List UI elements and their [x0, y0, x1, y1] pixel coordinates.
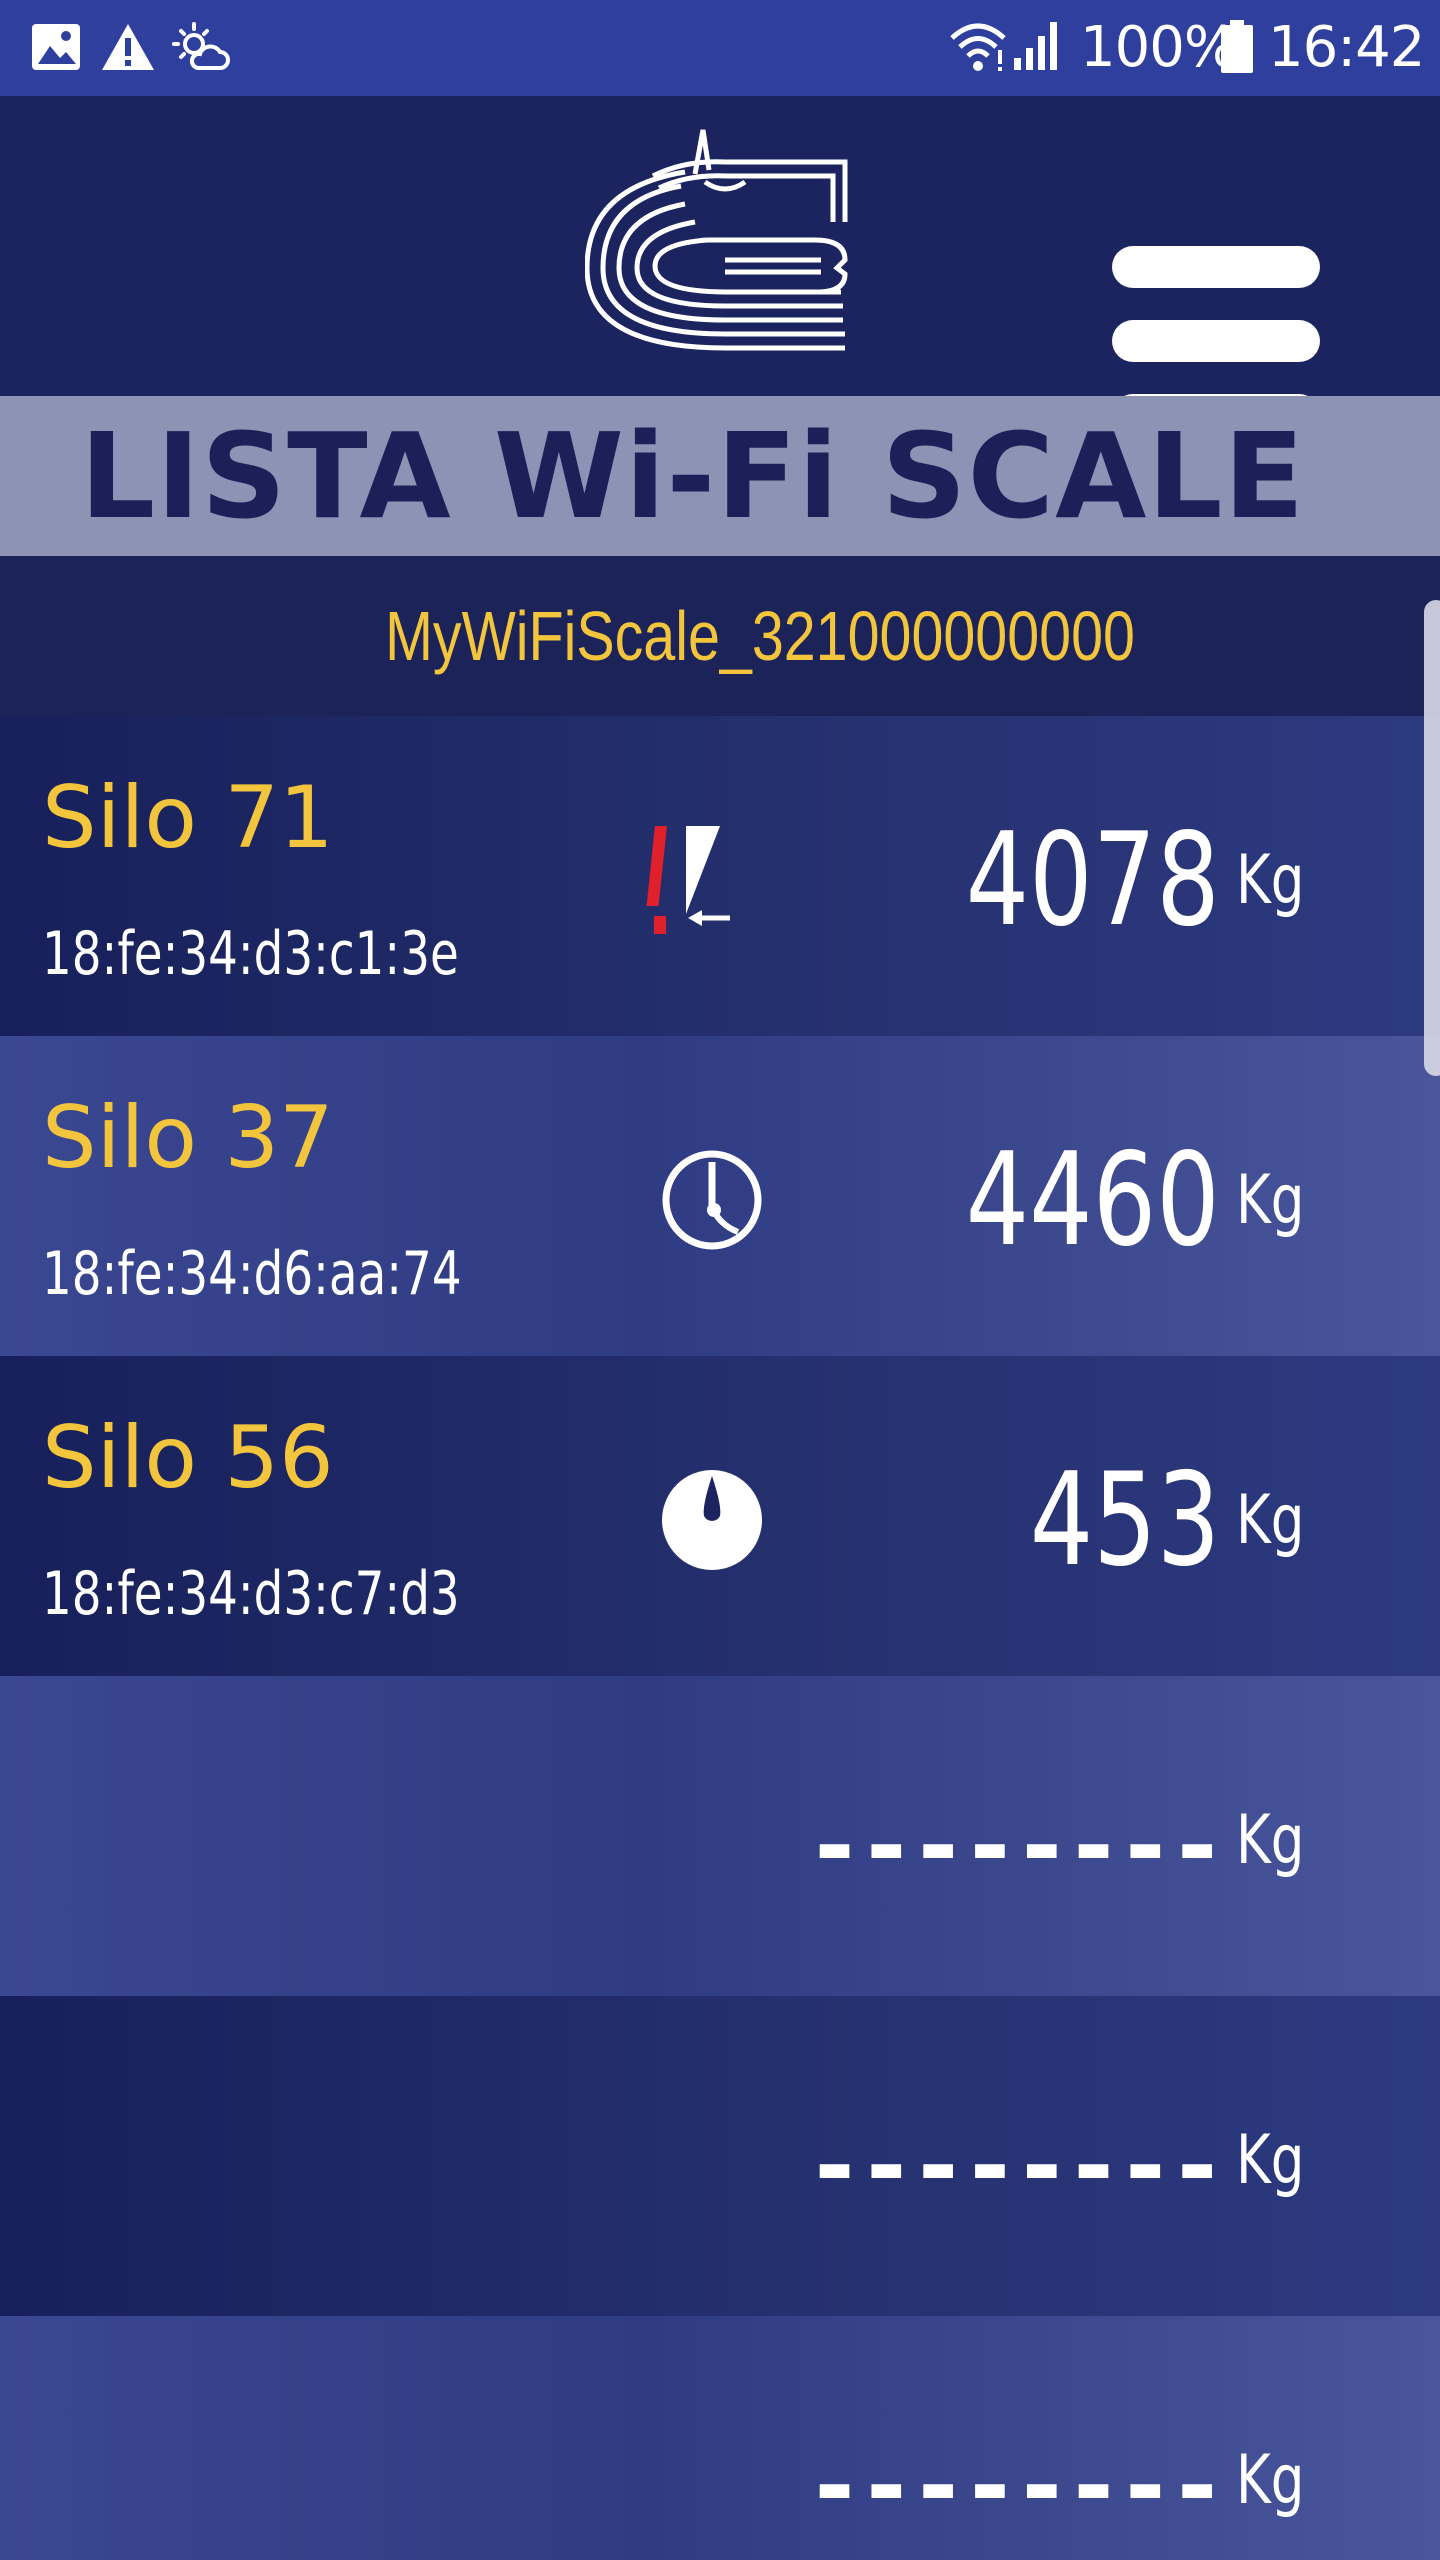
mac-address: 18:fe:34:d3:c7:d3 [42, 1559, 460, 1629]
menu-bar [1112, 320, 1320, 362]
warning-icon [100, 22, 156, 72]
wifi-icon [948, 20, 1008, 74]
weight-value: 453 [1029, 1446, 1220, 1595]
alert-arrow-icon [640, 816, 780, 956]
list-item[interactable]: Silo 37 18:fe:34:d6:aa:74 4460 Kg [0, 1036, 1440, 1356]
silo-name: Silo 37 [42, 1088, 334, 1188]
network-name: MyWiFiScale_321000000000 [385, 597, 1135, 675]
list-item[interactable]: Silo 71 18:fe:34:d3:c1:3e 4078 Kg [0, 716, 1440, 1036]
weather-icon [172, 22, 232, 74]
weight-value: -------- [805, 2110, 1226, 2222]
horse-head-logo [584, 126, 855, 366]
status-bar: 100% 16:42 [0, 0, 1440, 96]
drop-gauge-icon [640, 1456, 780, 1596]
scrollbar[interactable] [1424, 600, 1440, 1076]
battery-percent: 100% [1080, 15, 1237, 80]
silo-name: Silo 56 [42, 1408, 334, 1508]
weight-unit: Kg [1236, 2121, 1305, 2200]
mac-address: 18:fe:34:d3:c1:3e [42, 919, 459, 989]
weight-unit: Kg [1236, 1161, 1305, 1240]
weight-unit: Kg [1236, 841, 1305, 920]
battery-icon [1220, 20, 1254, 74]
signal-icon [1012, 20, 1064, 72]
weight-value: -------- [805, 2430, 1226, 2542]
weight-value: 4460 [965, 1126, 1220, 1275]
scale-list: Silo 71 18:fe:34:d3:c1:3e 4078 Kg Silo 3… [0, 716, 1440, 2560]
weight-unit: Kg [1236, 1481, 1305, 1560]
network-bar: MyWiFiScale_321000000000 [0, 556, 1440, 716]
mac-address: 18:fe:34:d6:aa:74 [42, 1239, 462, 1309]
list-item[interactable]: -------- Kg [0, 2316, 1440, 2560]
clock: 16:42 [1268, 15, 1425, 80]
list-item[interactable]: Silo 56 18:fe:34:d3:c7:d3 453 Kg [0, 1356, 1440, 1676]
weight-value: 4078 [965, 806, 1220, 955]
title-band: LISTA Wi-Fi SCALE [0, 396, 1440, 556]
silo-name: Silo 71 [42, 768, 334, 868]
menu-bar [1112, 246, 1320, 288]
app-header [0, 96, 1440, 436]
weight-unit: Kg [1236, 1801, 1305, 1880]
clock-timer-icon [640, 1136, 780, 1276]
page-title: LISTA Wi-Fi SCALE [80, 407, 1306, 545]
weight-value: -------- [805, 1790, 1226, 1902]
list-item[interactable]: -------- Kg [0, 1676, 1440, 1996]
list-item[interactable]: -------- Kg [0, 1996, 1440, 2316]
image-icon [30, 22, 82, 72]
weight-unit: Kg [1236, 2441, 1305, 2520]
